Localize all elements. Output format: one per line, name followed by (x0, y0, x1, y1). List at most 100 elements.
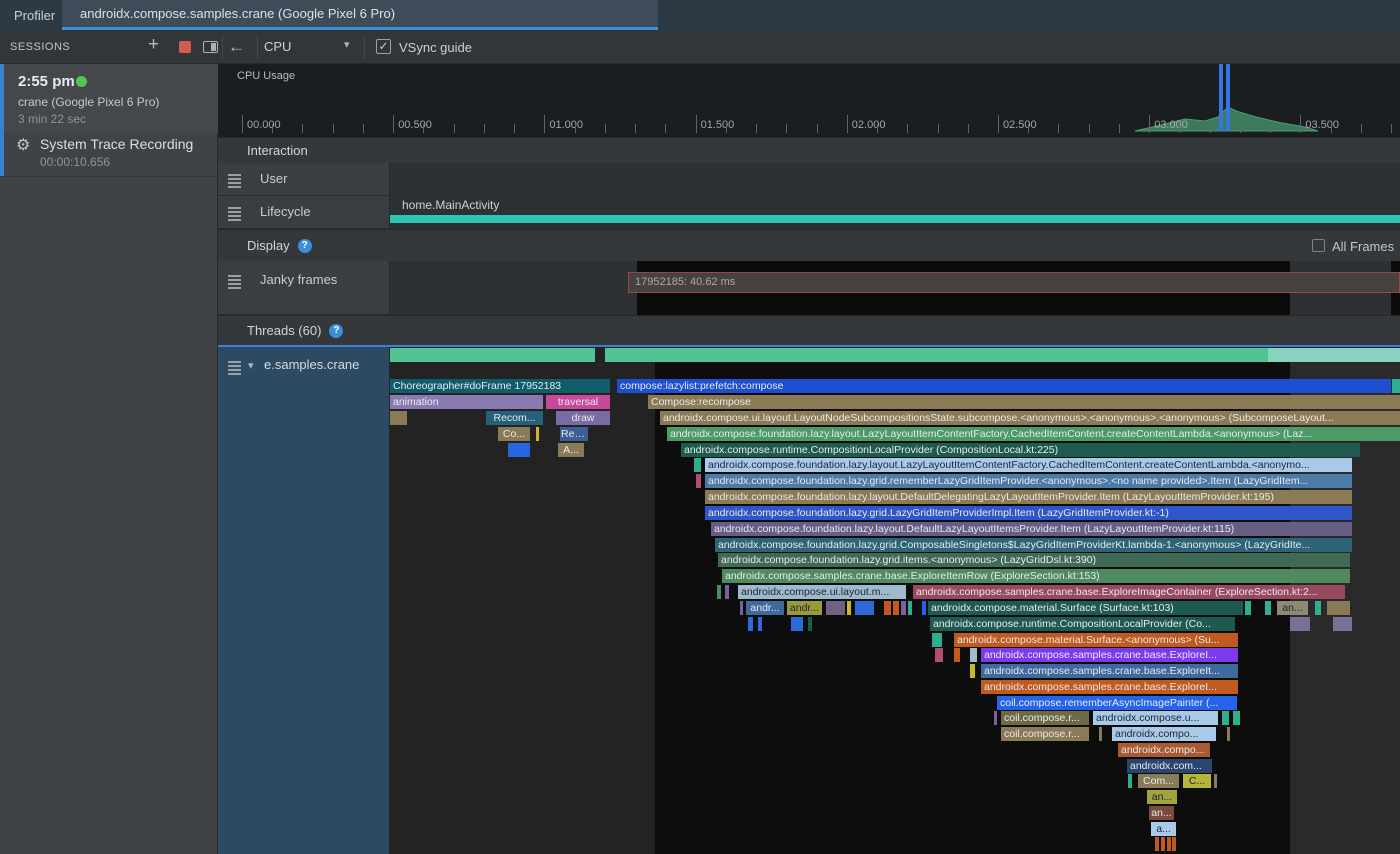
track-janky-frames[interactable]: Janky frames 17952185: 40.62 ms (218, 261, 1400, 315)
flame-span[interactable] (1099, 727, 1102, 741)
flame-span[interactable] (1327, 601, 1350, 615)
drag-handle-icon[interactable] (228, 207, 241, 223)
flame-span[interactable]: Co... (498, 427, 530, 441)
drag-handle-icon[interactable] (228, 174, 241, 190)
flame-span[interactable] (725, 585, 729, 599)
track-janky-data[interactable]: 17952185: 40.62 ms (390, 261, 1400, 315)
flame-span[interactable] (826, 601, 845, 615)
flame-span[interactable] (970, 664, 975, 678)
flame-span[interactable] (855, 601, 874, 615)
flame-span[interactable] (1245, 601, 1251, 615)
flame-span[interactable]: androidx.compose.u... (1093, 711, 1218, 725)
flame-span[interactable]: animation (390, 395, 543, 409)
flame-span[interactable]: androidx.compo... (1112, 727, 1216, 741)
flame-span[interactable] (935, 648, 943, 662)
flame-span[interactable]: androidx.compose.foundation.lazy.layout.… (667, 427, 1400, 441)
flame-span[interactable]: androidx.compose.foundation.lazy.layout.… (711, 522, 1352, 536)
flame-span[interactable] (908, 601, 912, 615)
flame-span[interactable]: coil.compose.rememberAsyncImagePainter (… (997, 696, 1237, 710)
flame-span[interactable]: androidx.compose.samples.crane.base.Expl… (981, 680, 1238, 694)
flame-span[interactable] (847, 601, 851, 615)
flame-span[interactable]: androidx.compose.ui.layout.LayoutNodeSub… (660, 411, 1400, 425)
chevron-down-icon[interactable]: ▾ (344, 38, 350, 51)
flame-span[interactable] (1227, 727, 1230, 741)
track-lifecycle-data[interactable]: home.MainActivity (390, 196, 1400, 229)
flame-span[interactable] (508, 443, 530, 457)
flame-span[interactable]: A... (558, 443, 584, 457)
flame-span[interactable]: Choreographer#doFrame 17952183 (390, 379, 610, 393)
flame-span[interactable] (748, 617, 753, 631)
chevron-down-icon[interactable]: ▾ (248, 359, 254, 372)
all-frames-checkbox[interactable] (1312, 239, 1325, 252)
flame-span[interactable]: androidx.com... (1127, 759, 1212, 773)
flame-span[interactable] (901, 601, 906, 615)
flame-span[interactable]: compose:lazylist:prefetch:compose (617, 379, 1391, 393)
flame-span[interactable] (1172, 837, 1176, 851)
flame-span[interactable]: androidx.compose.foundation.lazy.layout.… (705, 490, 1352, 504)
flame-span[interactable] (791, 617, 803, 631)
flame-span[interactable]: C... (1183, 774, 1211, 788)
drag-handle-icon[interactable] (228, 361, 241, 377)
flame-span[interactable] (1155, 837, 1159, 851)
flame-span[interactable] (1222, 711, 1229, 725)
flame-span[interactable]: Com... (1138, 774, 1179, 788)
flame-span[interactable] (922, 601, 926, 615)
flame-span[interactable] (1290, 617, 1310, 631)
flame-span[interactable]: androidx.compose.foundation.lazy.layout.… (705, 458, 1352, 472)
flame-span[interactable] (1315, 601, 1321, 615)
flame-span[interactable]: androidx.compose.ui.layout.m... (738, 585, 906, 599)
flame-span[interactable] (740, 601, 743, 615)
flame-span[interactable] (390, 411, 407, 425)
flame-span[interactable]: androidx.compose.foundation.lazy.grid.Co… (715, 538, 1352, 552)
flame-span[interactable] (1161, 837, 1165, 851)
flame-span[interactable] (1392, 379, 1400, 393)
flame-span[interactable] (1214, 774, 1217, 788)
flame-span[interactable]: a... (1151, 822, 1176, 836)
track-lifecycle[interactable]: Lifecycle home.MainActivity (218, 196, 1400, 229)
flame-span[interactable]: Rec... (560, 427, 588, 441)
flame-span[interactable] (954, 648, 960, 662)
flame-span[interactable]: androidx.compose.runtime.CompositionLoca… (930, 617, 1235, 631)
frame-selection-bar[interactable] (1219, 64, 1223, 131)
flame-span[interactable] (758, 617, 762, 631)
add-session-icon[interactable]: + (148, 34, 159, 56)
flame-span[interactable]: andr... (787, 601, 822, 615)
track-user-data[interactable] (390, 163, 1400, 196)
flame-span[interactable]: Recom... (486, 411, 543, 425)
flame-span[interactable] (1167, 837, 1171, 851)
flame-span[interactable]: androidx.compose.samples.crane.base.Expl… (981, 648, 1238, 662)
flame-span[interactable]: andr... (746, 601, 784, 615)
flame-span[interactable]: androidx.compose.samples.crane.base.Expl… (981, 664, 1238, 678)
flame-span[interactable] (884, 601, 891, 615)
flame-span[interactable]: coil.compose.r... (1001, 711, 1089, 725)
recording-item[interactable]: System Trace Recording (40, 136, 193, 152)
cpu-usage-track[interactable]: CPU Usage 00.00000.50001.00001.50002.000… (218, 64, 1400, 137)
collapse-panel-icon[interactable] (203, 41, 218, 53)
flame-span[interactable]: an... (1277, 601, 1308, 615)
flame-span[interactable]: an... (1149, 806, 1174, 820)
flame-span[interactable] (1265, 601, 1271, 615)
frame-selection-bar[interactable] (1226, 64, 1230, 131)
flame-span[interactable]: androidx.compose.runtime.CompositionLoca… (681, 443, 1360, 457)
track-user[interactable]: User (218, 163, 1400, 196)
flame-span[interactable]: draw (556, 411, 610, 425)
tab-profiler[interactable]: Profiler (0, 0, 69, 30)
flame-span[interactable] (893, 601, 899, 615)
flame-span[interactable]: androidx.compose.foundation.lazy.grid.re… (705, 474, 1352, 488)
flame-span[interactable]: androidx.compose.samples.crane.base.Expl… (722, 569, 1350, 583)
flame-span[interactable] (808, 617, 812, 631)
flame-span[interactable] (1233, 711, 1240, 725)
flame-span[interactable]: Compose:recompose (648, 395, 1400, 409)
help-icon[interactable]: ? (298, 239, 312, 253)
flame-span[interactable] (536, 427, 539, 441)
flame-span[interactable] (1333, 617, 1352, 631)
back-arrow-icon[interactable]: ← (228, 36, 245, 58)
flame-span[interactable] (717, 585, 721, 599)
flame-span[interactable]: coil.compose.r... (1001, 727, 1089, 741)
tab-session[interactable]: androidx.compose.samples.crane (Google P… (62, 0, 658, 30)
stop-recording-icon[interactable] (179, 41, 191, 53)
flame-span[interactable] (994, 711, 997, 725)
flame-span[interactable]: traversal (546, 395, 610, 409)
drag-handle-icon[interactable] (228, 275, 241, 291)
flame-span[interactable]: androidx.compose.samples.crane.base.Expl… (913, 585, 1345, 599)
